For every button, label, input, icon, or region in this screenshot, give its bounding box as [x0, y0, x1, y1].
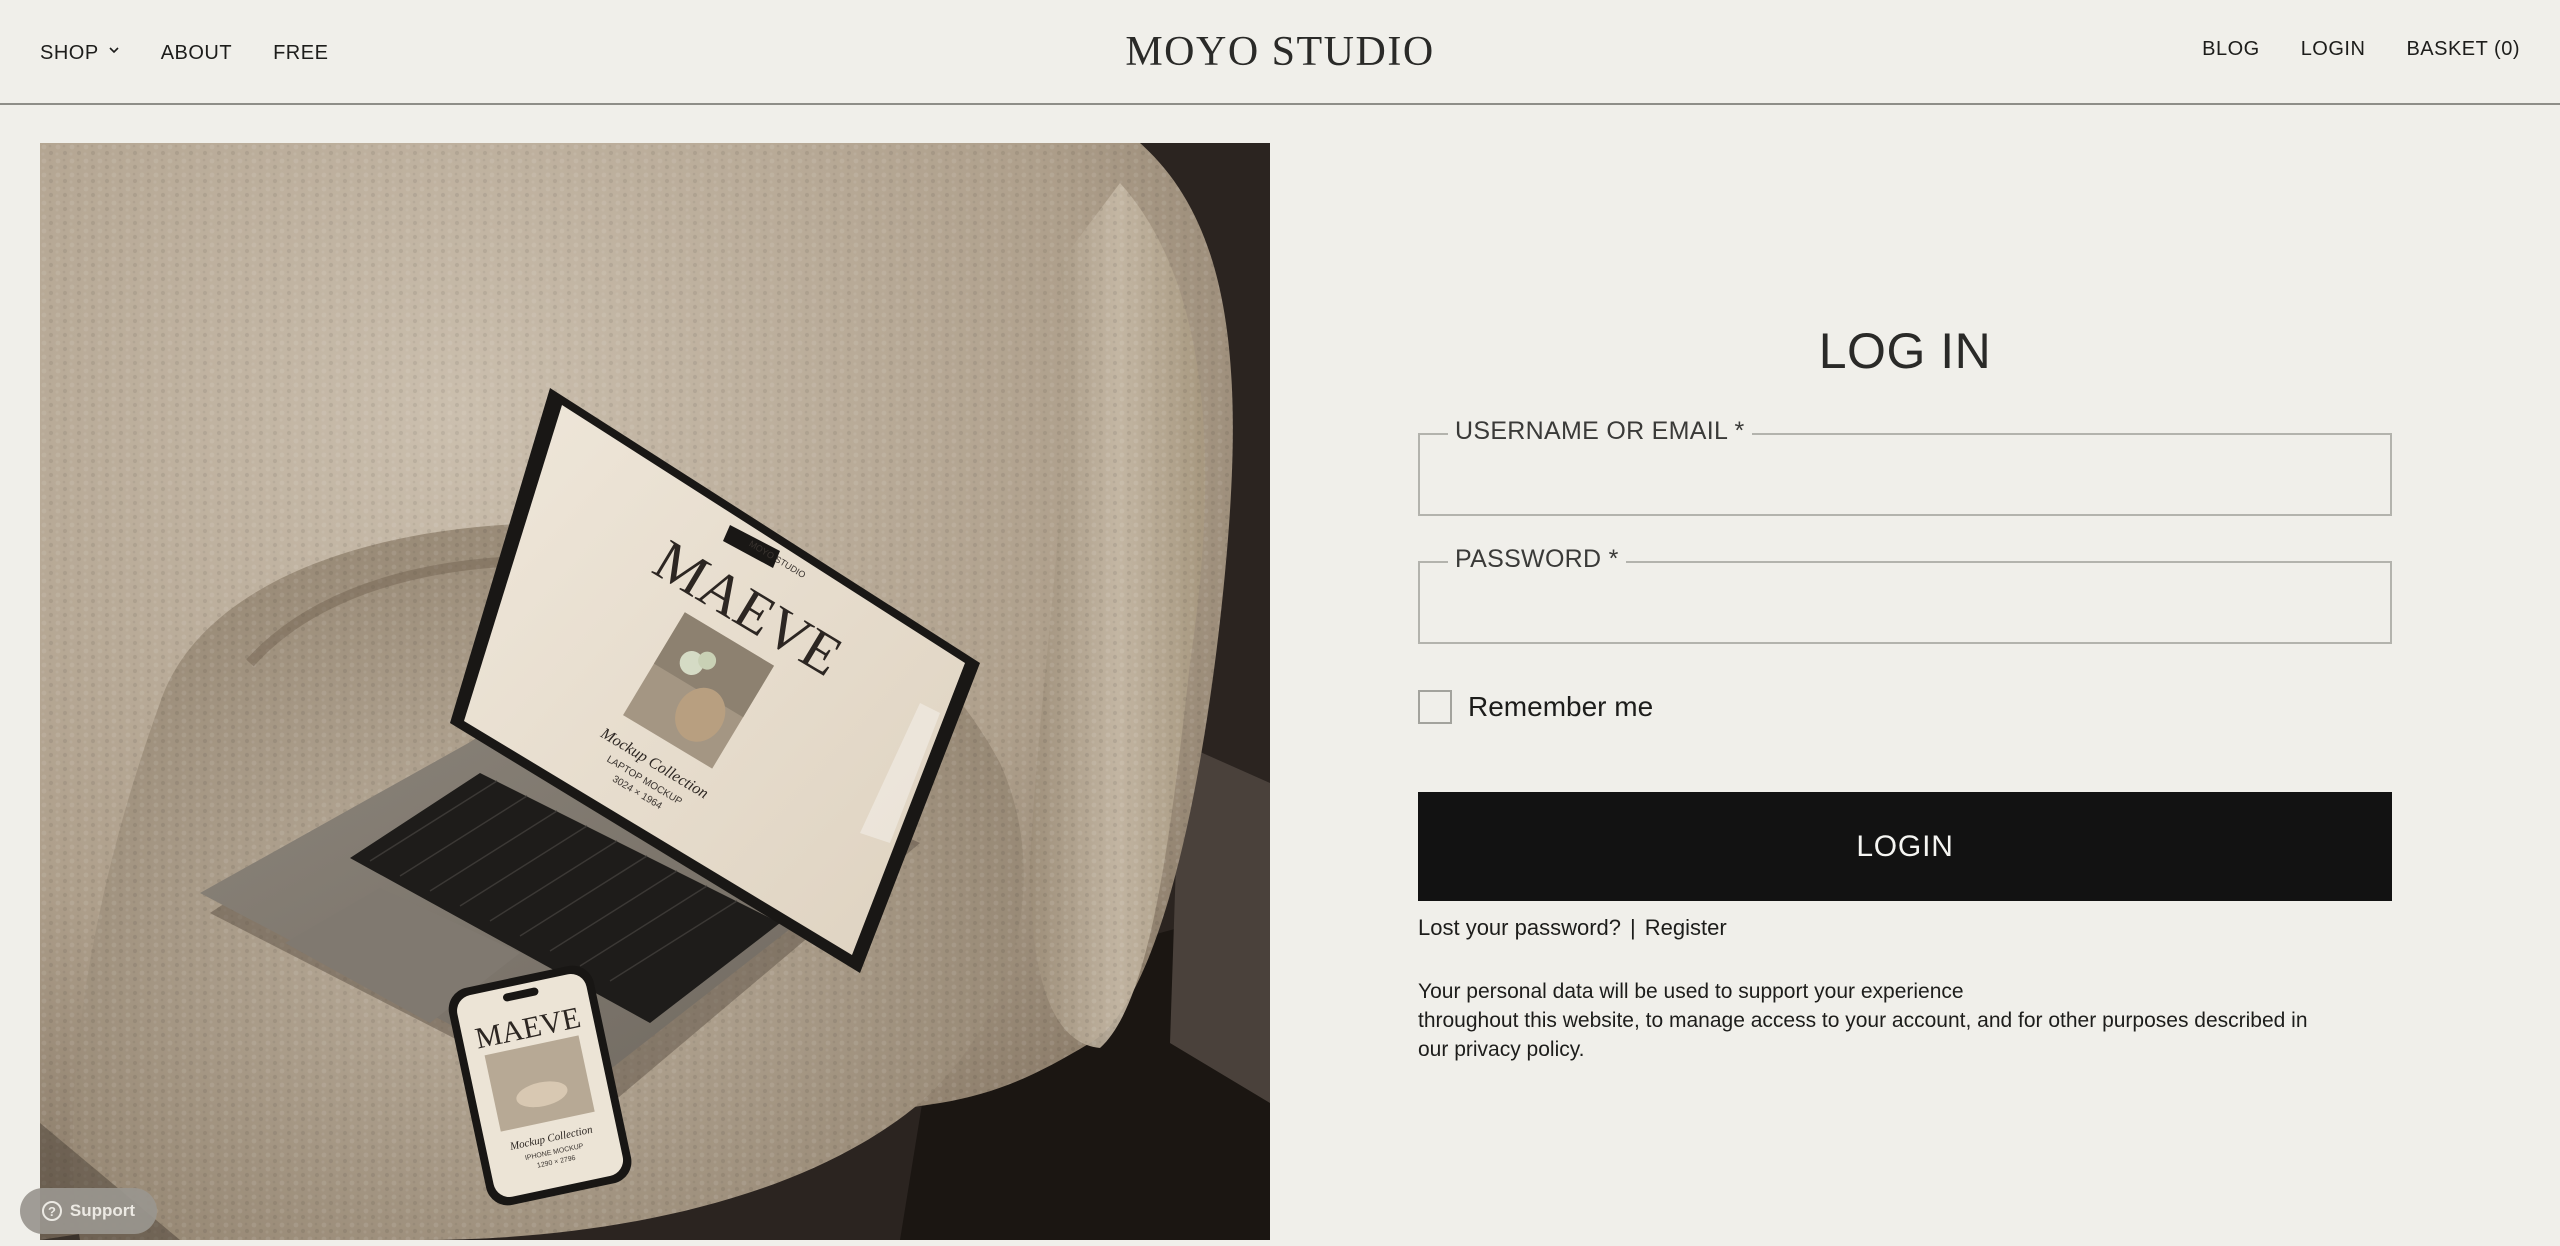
privacy-notice: Your personal data will be used to suppo… [1418, 977, 2378, 1064]
links-separator: | [1630, 915, 1636, 940]
login-button[interactable]: LOGIN [1418, 792, 2392, 901]
register-link[interactable]: Register [1645, 915, 1727, 941]
nav-blog[interactable]: BLOG [2202, 38, 2260, 61]
lost-password-link[interactable]: Lost your password? [1418, 915, 1621, 941]
username-input[interactable] [1420, 435, 2390, 514]
remember-me-label[interactable]: Remember me [1468, 691, 1653, 723]
privacy-policy-link[interactable]: privacy policy [1454, 1038, 1578, 1061]
secondary-nav: BLOG LOGIN BASKET (0) [2161, 38, 2520, 61]
nav-login[interactable]: LOGIN [2301, 38, 2366, 61]
privacy-suffix: . [1578, 1038, 1585, 1061]
remember-me-checkbox[interactable] [1418, 690, 1452, 724]
site-header: SHOP ABOUT FREE MOYO STUDIO BLOG LOGIN B… [0, 0, 2560, 105]
privacy-line-3: our privacy policy. [1418, 1035, 2378, 1064]
username-field[interactable]: USERNAME OR EMAIL * [1418, 417, 2392, 516]
question-circle-icon: ? [41, 1201, 62, 1221]
password-input[interactable] [1420, 563, 2390, 642]
privacy-line-1: Your personal data will be used to suppo… [1418, 980, 1964, 1003]
hero-image: MOYO STUDIO MAEVE Mockup Collection LAPT… [40, 143, 1270, 1240]
password-field[interactable]: PASSWORD * [1418, 545, 2392, 644]
privacy-line-2: throughout this website, to manage acces… [1418, 1009, 2308, 1032]
armchair-laptop-illustration: MOYO STUDIO MAEVE Mockup Collection LAPT… [40, 143, 1270, 1240]
login-title: LOG IN [1818, 323, 1992, 379]
privacy-prefix: our [1418, 1038, 1455, 1061]
support-label: Support [69, 1201, 136, 1220]
support-button[interactable]: ? Support [20, 1188, 157, 1234]
remember-me-row: Remember me [1418, 690, 1653, 724]
account-links: Lost your password? | Register [1418, 915, 1727, 941]
nav-basket[interactable]: BASKET (0) [2406, 38, 2520, 61]
